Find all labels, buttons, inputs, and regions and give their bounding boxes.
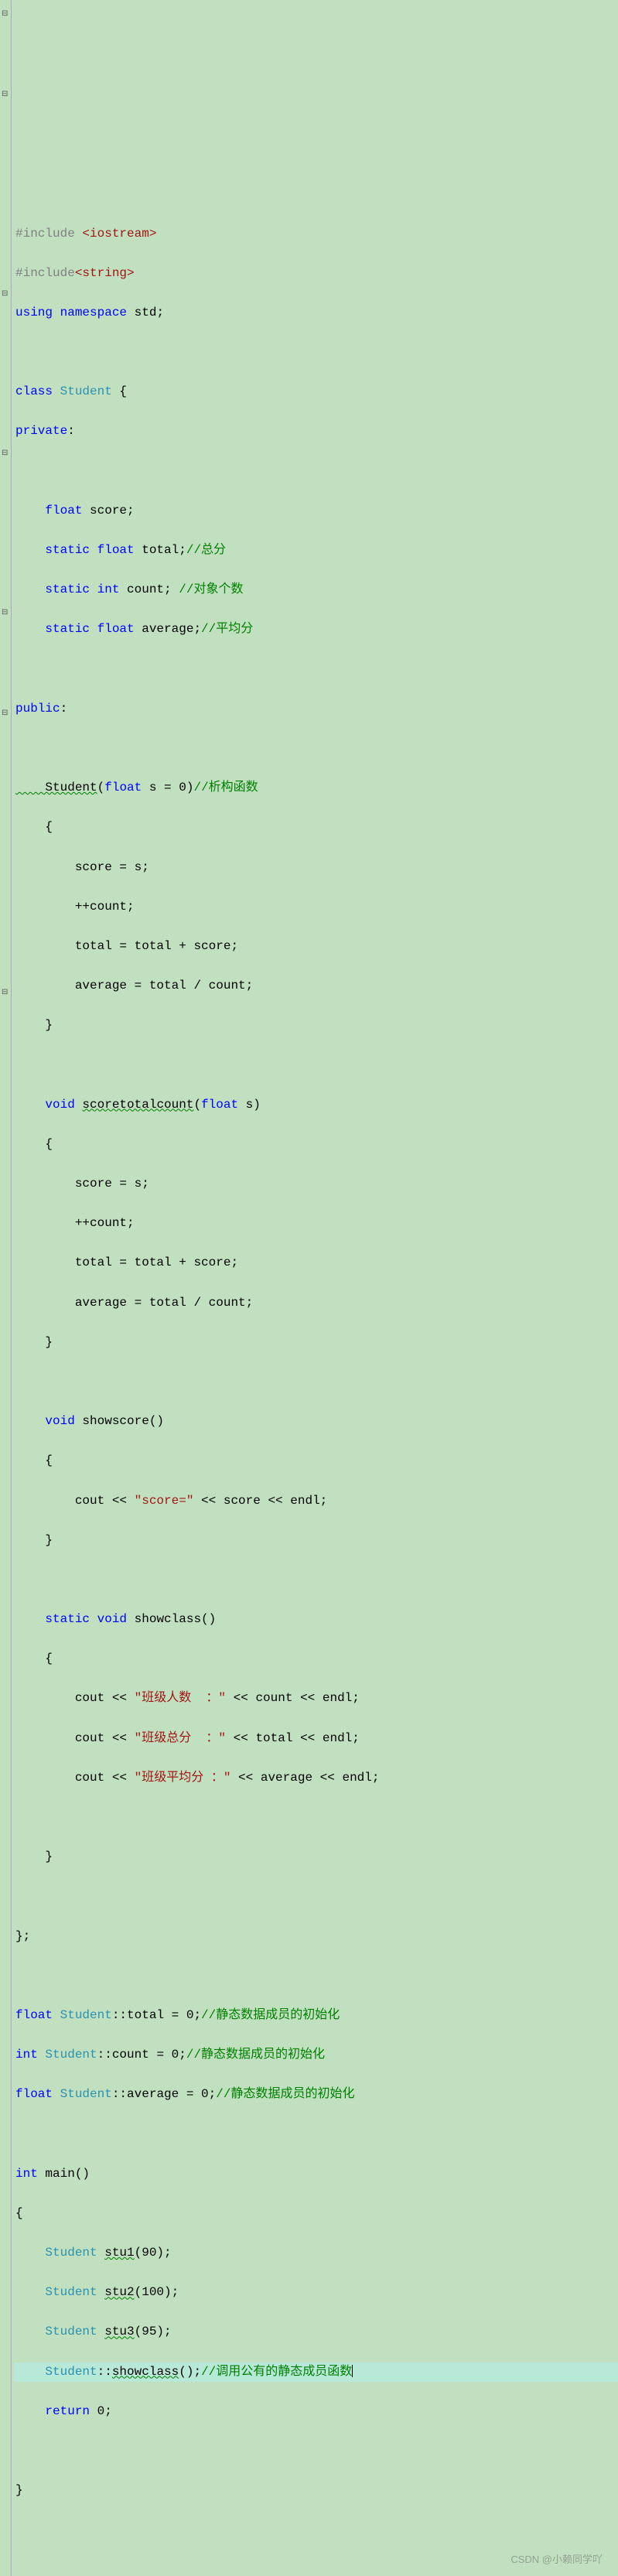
code-line — [14, 660, 618, 680]
code-line: static int count; //对象个数 — [14, 580, 618, 600]
code-line: return 0; — [14, 2402, 618, 2422]
code-line: int Student::count = 0;//静态数据成员的初始化 — [14, 2045, 618, 2065]
code-line: } — [14, 2481, 618, 2501]
code-line: } — [14, 1016, 618, 1036]
cursor-icon — [352, 2365, 353, 2377]
code-line: { — [14, 818, 618, 838]
code-line — [14, 1808, 618, 1828]
code-line: { — [14, 1135, 618, 1155]
code-line: public: — [14, 699, 618, 719]
code-line: }; — [14, 1927, 618, 1947]
watermark: CSDN @小赖同学吖 — [510, 2552, 603, 2568]
fold-icon[interactable]: ⊟ — [2, 288, 8, 300]
code-line — [14, 1570, 618, 1590]
code-line — [14, 2441, 618, 2462]
code-line: private: — [14, 422, 618, 442]
code-line: cout << "班级人数 ：" << count << endl; — [14, 1689, 618, 1709]
code-line: average = total / count; — [14, 1293, 618, 1314]
code-line: static float average;//平均分 — [14, 620, 618, 640]
code-line: float score; — [14, 501, 618, 521]
fold-icon[interactable]: ⊟ — [2, 8, 8, 20]
code-line: cout << "班级总分 ：" << total << endl; — [14, 1729, 618, 1749]
code-line: average = total / count; — [14, 976, 618, 996]
code-line — [14, 2125, 618, 2145]
code-line: Student stu1(90); — [14, 2243, 618, 2263]
code-line: float Student::average = 0;//静态数据成员的初始化 — [14, 2085, 618, 2105]
code-line — [14, 1372, 618, 1392]
code-line: { — [14, 1451, 618, 1471]
code-line: #include <iostream> — [14, 224, 618, 244]
code-line — [14, 1887, 618, 1907]
code-line — [14, 343, 618, 363]
code-line: score = s; — [14, 858, 618, 878]
code-line: Student stu3(95); — [14, 2322, 618, 2342]
code-line: cout << "班级平均分 ：" << average << endl; — [14, 1768, 618, 1789]
code-editor: ⊟ ⊟ ⊟ ⊟ ⊟ ⊟ ⊟ #include <iostream> #inclu… — [0, 0, 618, 2576]
code-line: static float total;//总分 — [14, 541, 618, 561]
code-line: class Student { — [14, 382, 618, 402]
code-line: float Student::total = 0;//静态数据成员的初始化 — [14, 2006, 618, 2026]
code-line: static void showclass() — [14, 1610, 618, 1630]
code-line: void showscore() — [14, 1412, 618, 1432]
code-line: total = total + score; — [14, 1253, 618, 1273]
code-line: Student stu2(100); — [14, 2283, 618, 2303]
code-line: score = s; — [14, 1174, 618, 1194]
code-line — [14, 462, 618, 482]
code-line: int main() — [14, 2164, 618, 2185]
gutter — [0, 0, 12, 2576]
code-line-current: Student::showclass();//调用公有的静态成员函数 — [14, 2362, 618, 2383]
fold-icon[interactable]: ⊟ — [2, 447, 8, 460]
code-line: ++count; — [14, 1214, 618, 1234]
fold-icon[interactable]: ⊟ — [2, 88, 8, 101]
code-line: } — [14, 1333, 618, 1353]
code-line: void scoretotalcount(float s) — [14, 1095, 618, 1115]
code-line: Student(float s = 0)//析构函数 — [14, 778, 618, 798]
code-line: ++count; — [14, 897, 618, 917]
code-line — [14, 1966, 618, 1987]
fold-icon[interactable]: ⊟ — [2, 606, 8, 619]
fold-icon[interactable]: ⊟ — [2, 986, 8, 999]
code-line: { — [14, 2204, 618, 2224]
code-line: #include<string> — [14, 264, 618, 284]
code-line: } — [14, 1847, 618, 1867]
code-line: } — [14, 1531, 618, 1551]
code-line: cout << "score=" << score << endl; — [14, 1491, 618, 1512]
fold-icon[interactable]: ⊟ — [2, 707, 8, 719]
code-line — [14, 1055, 618, 1075]
code-line — [14, 739, 618, 759]
code-line: { — [14, 1649, 618, 1669]
code-line: total = total + score; — [14, 937, 618, 957]
code-line: using namespace std; — [14, 303, 618, 323]
